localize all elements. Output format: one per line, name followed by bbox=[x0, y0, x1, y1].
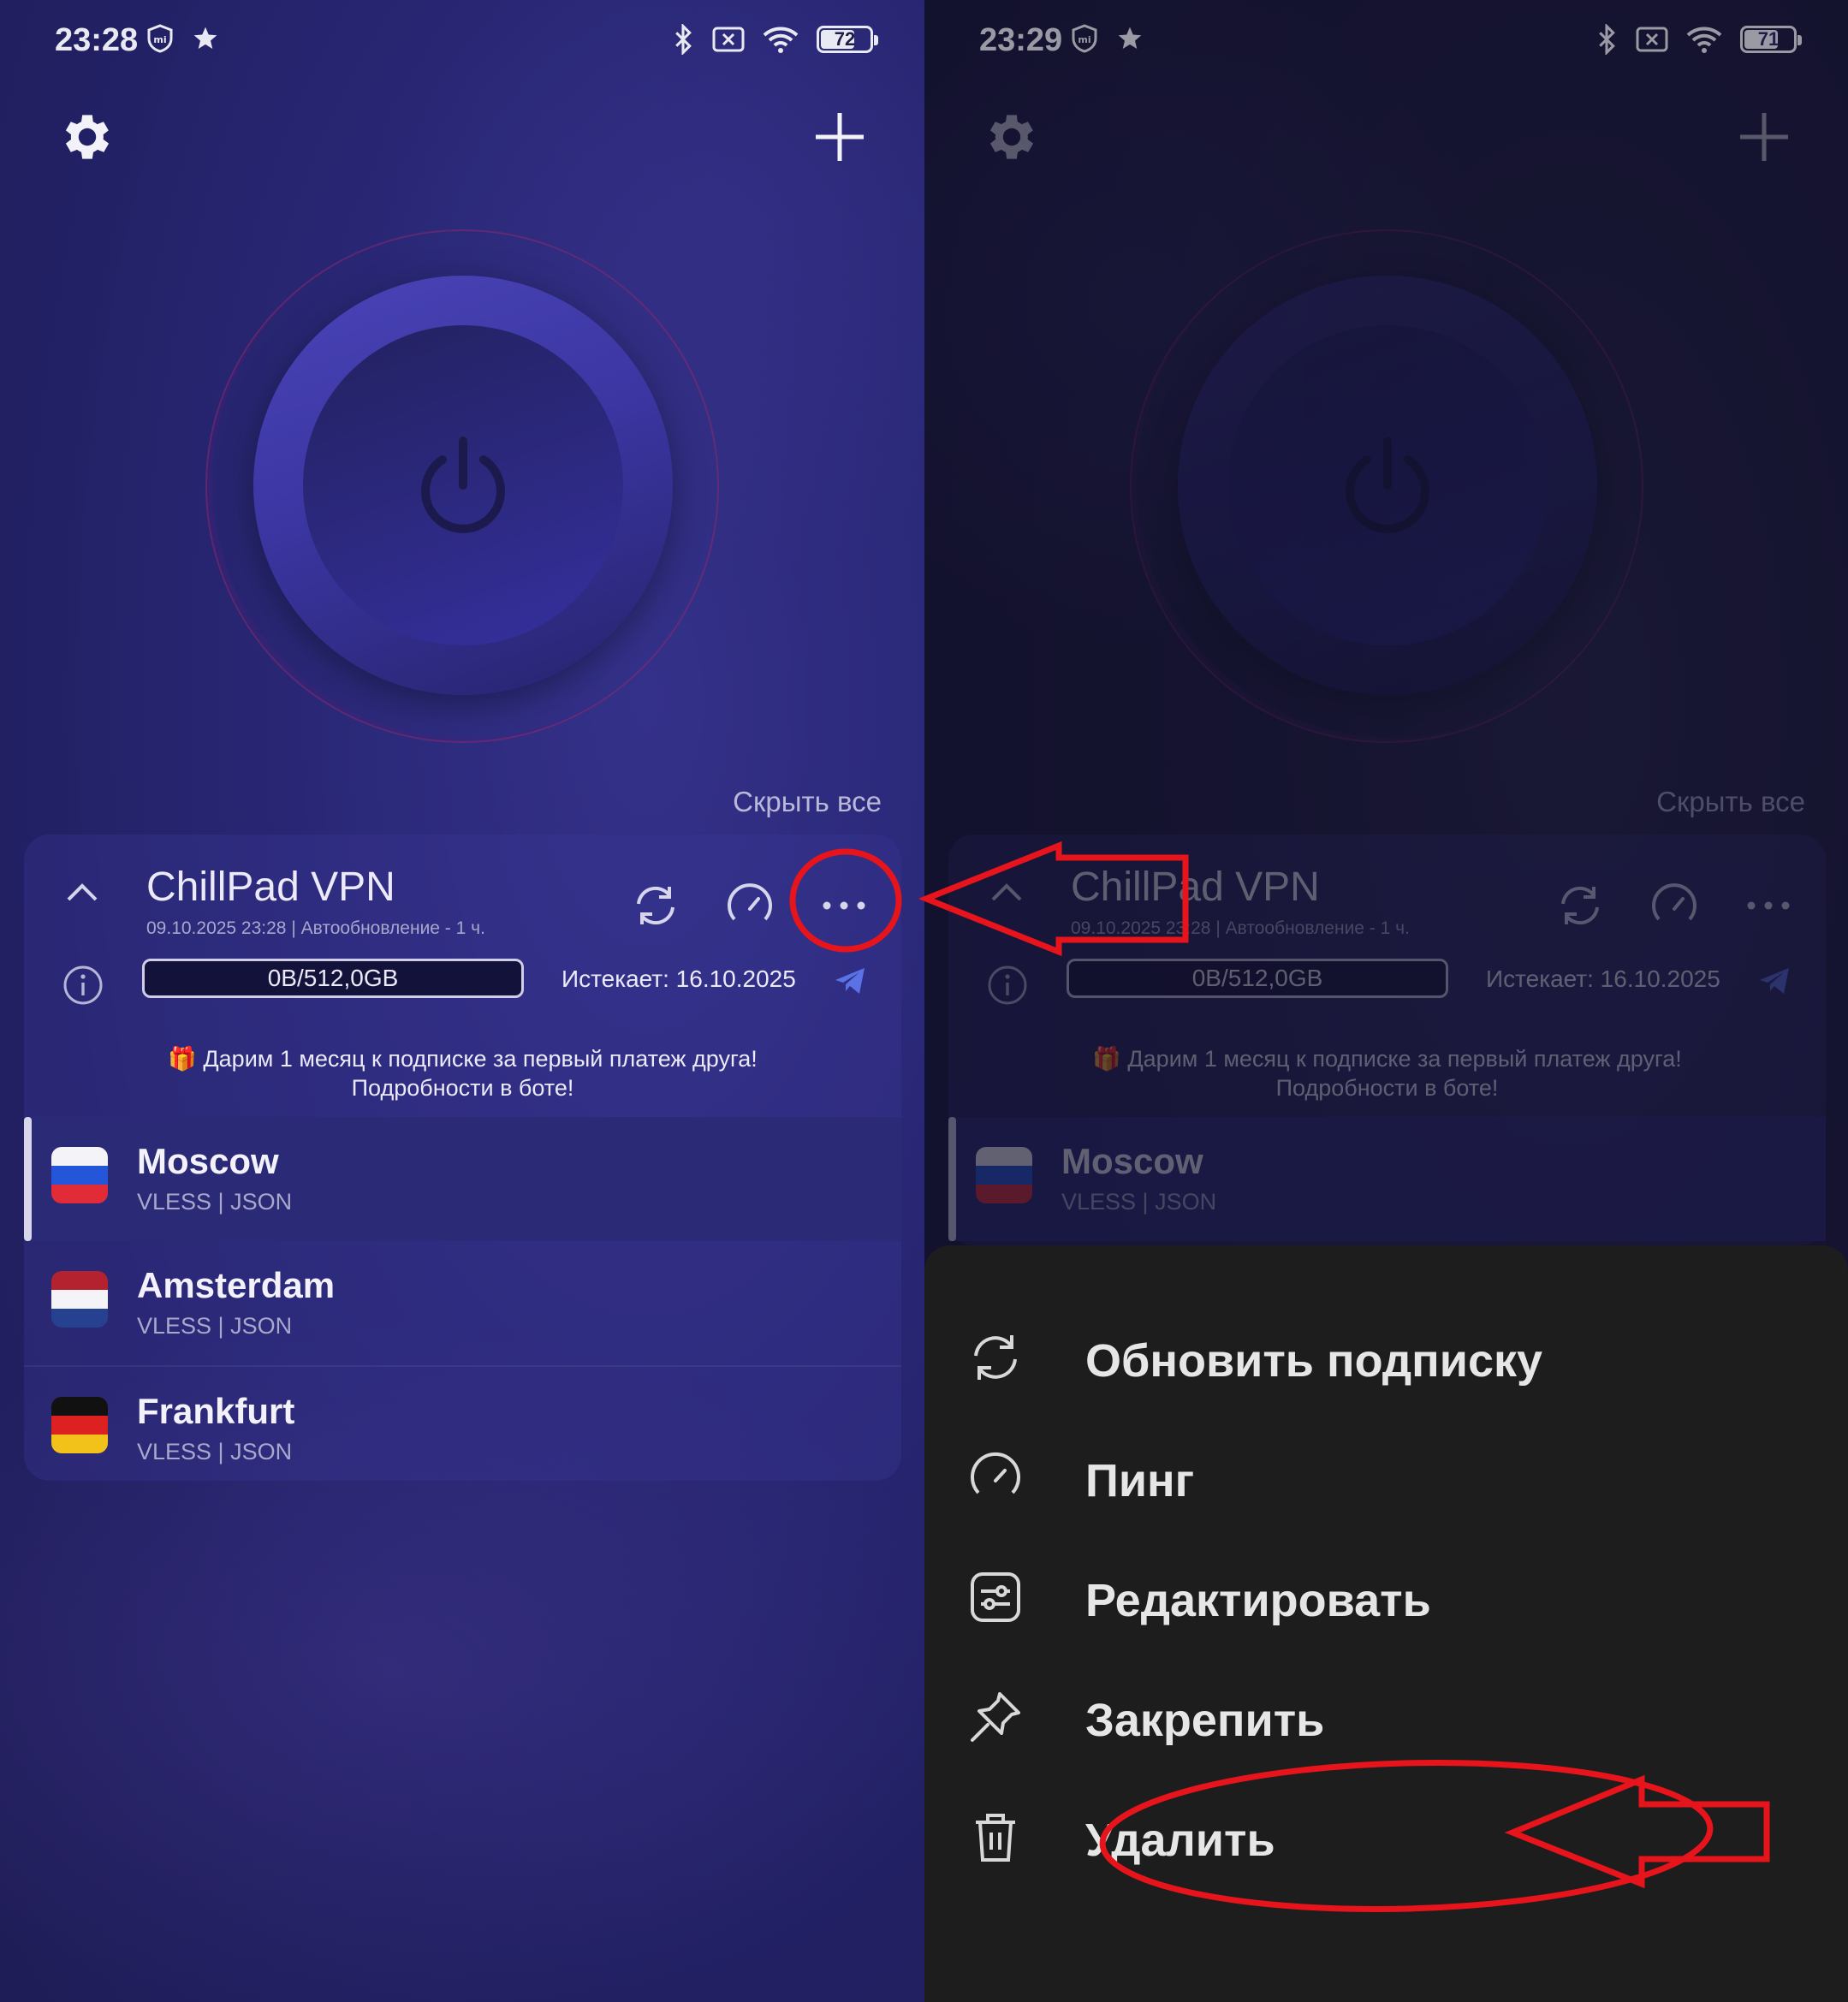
flag-russia-icon bbox=[51, 1147, 108, 1203]
promo-line-2: Подробности в боте! bbox=[351, 1075, 574, 1101]
menu-item-ping[interactable]: Пинг bbox=[924, 1425, 1848, 1528]
server-item-moscow[interactable]: Moscow VLESS | JSON bbox=[24, 1117, 901, 1241]
connect-button-inner[interactable] bbox=[303, 325, 623, 645]
bluetooth-icon bbox=[675, 24, 692, 55]
power-icon bbox=[421, 437, 505, 533]
refresh-button[interactable] bbox=[627, 877, 684, 934]
gear-icon bbox=[65, 115, 110, 159]
server-protocol: VLESS | JSON bbox=[137, 1439, 293, 1464]
settings-button[interactable] bbox=[53, 103, 122, 171]
status-bar: 23:28 mi 72 bbox=[0, 19, 924, 67]
menu-item-label: Редактировать bbox=[1085, 1575, 1431, 1626]
refresh-icon bbox=[637, 886, 674, 925]
svg-text:mi: mi bbox=[153, 34, 166, 45]
promo-banner[interactable]: 🎁 Дарим 1 месяц к подписке за первый пла… bbox=[24, 1044, 901, 1102]
info-icon[interactable] bbox=[62, 964, 104, 1007]
telegram-icon[interactable] bbox=[833, 964, 867, 998]
status-time: 23:28 bbox=[55, 22, 139, 58]
menu-item-pin[interactable]: Закрепить bbox=[924, 1665, 1848, 1767]
menu-item-delete[interactable]: Удалить bbox=[924, 1785, 1848, 1887]
chevron-up-icon[interactable] bbox=[58, 869, 106, 917]
menu-item-label: Обновить подписку bbox=[1085, 1335, 1543, 1387]
add-button[interactable] bbox=[805, 103, 874, 171]
battery-level: 71 bbox=[1757, 28, 1780, 50]
trash-icon bbox=[976, 1814, 1015, 1862]
screen-main: 23:28 mi 72 Скрыть все ChillPad VPN 09.1 bbox=[0, 0, 924, 2002]
context-menu-sheet: Обновить подписку Пинг Редактировать Зак… bbox=[924, 1245, 1848, 2002]
expiry-date: Истекает: 16.10.2025 bbox=[562, 965, 796, 992]
menu-item-label: Удалить bbox=[1085, 1815, 1275, 1866]
server-item-amsterdam[interactable]: Amsterdam VLESS | JSON bbox=[24, 1241, 901, 1365]
speedometer-icon bbox=[728, 883, 772, 921]
screen-context-menu: 23:29 mi 71 Скрыть все ChillPad VPN 09.1 bbox=[924, 0, 1848, 2002]
server-name: Moscow bbox=[137, 1141, 279, 1181]
server-protocol: VLESS | JSON bbox=[137, 1189, 293, 1215]
traffic-usage: 0B/512,0GB bbox=[142, 959, 524, 998]
star-icon bbox=[193, 27, 217, 49]
sliders-icon bbox=[971, 1572, 1020, 1622]
subscription-title: ChillPad VPN bbox=[146, 864, 395, 910]
more-dots-icon bbox=[823, 901, 865, 910]
server-name: Frankfurt bbox=[137, 1391, 295, 1431]
menu-item-label: Пинг bbox=[1085, 1455, 1195, 1506]
plus-icon bbox=[816, 113, 864, 161]
menu-item-label: Закрепить bbox=[1085, 1695, 1325, 1746]
flag-germany-icon bbox=[51, 1397, 108, 1453]
pin-icon bbox=[971, 1692, 1020, 1742]
promo-line-1: 🎁 Дарим 1 месяц к подписке за первый пла… bbox=[168, 1046, 758, 1072]
subscription-info-row: 0B/512,0GB Истекает: 16.10.2025 bbox=[24, 959, 901, 1010]
wifi-icon bbox=[763, 27, 799, 53]
hide-all-button[interactable]: Скрыть все bbox=[733, 786, 882, 818]
subscription-card: ChillPad VPN 09.10.2025 23:28 | Автообно… bbox=[24, 835, 901, 1481]
flag-netherlands-icon bbox=[51, 1271, 108, 1328]
server-name: Amsterdam bbox=[137, 1265, 336, 1305]
battery-level: 72 bbox=[834, 28, 856, 50]
subscription-header: ChillPad VPN 09.10.2025 23:28 | Автообно… bbox=[24, 835, 901, 942]
server-item-frankfurt[interactable]: Frankfurt VLESS | JSON bbox=[24, 1367, 901, 1491]
subscription-meta: 09.10.2025 23:28 | Автообновление - 1 ч. bbox=[146, 918, 485, 938]
active-indicator bbox=[24, 1117, 32, 1241]
more-button[interactable] bbox=[816, 877, 872, 934]
menu-item-update-subscription[interactable]: Обновить подписку bbox=[924, 1305, 1848, 1408]
menu-item-edit[interactable]: Редактировать bbox=[924, 1545, 1848, 1648]
mi-shield-icon: mi bbox=[147, 24, 173, 53]
server-protocol: VLESS | JSON bbox=[137, 1313, 293, 1339]
speedometer-icon bbox=[971, 1452, 1020, 1494]
battery-indicator: 72 bbox=[817, 26, 878, 53]
ping-button[interactable] bbox=[722, 877, 778, 934]
no-sim-icon bbox=[712, 27, 745, 52]
refresh-icon bbox=[974, 1335, 1017, 1380]
